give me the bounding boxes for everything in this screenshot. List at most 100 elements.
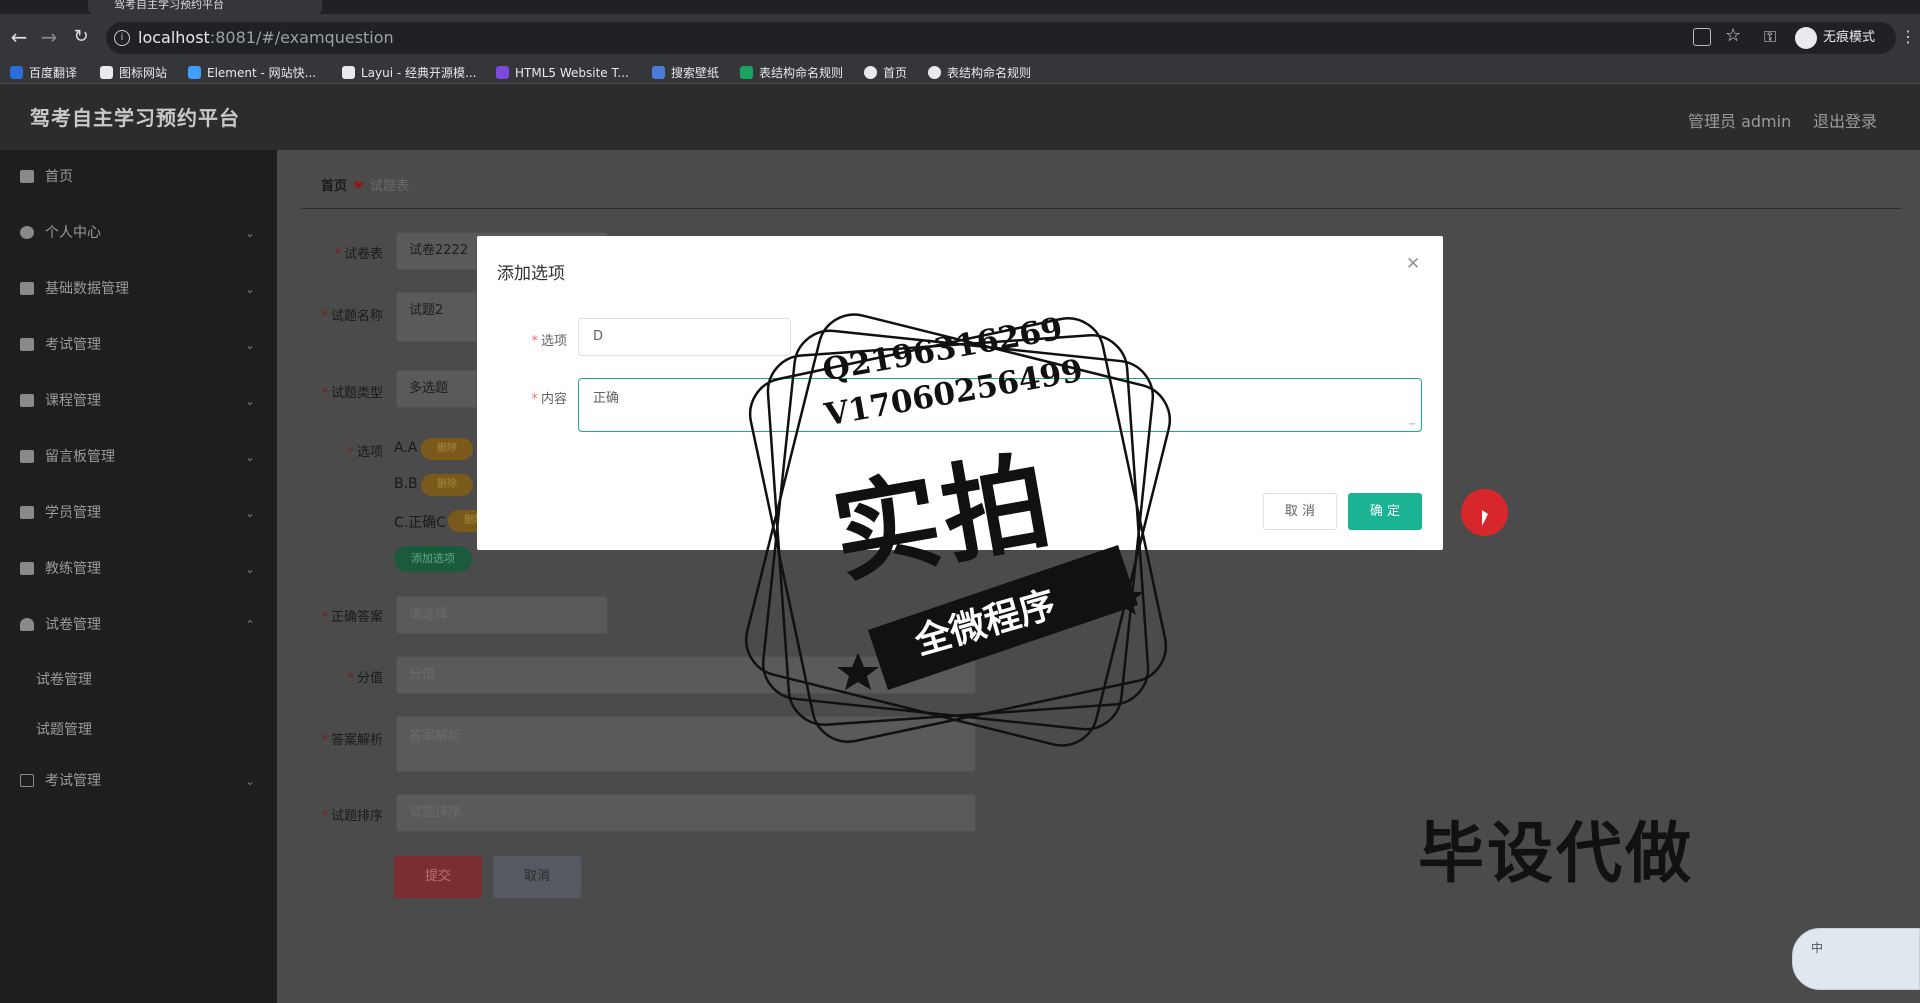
chevron-down-icon: ⌄ — [244, 394, 255, 408]
bar-chart-icon — [20, 450, 34, 463]
option-item: A.A — [394, 440, 418, 456]
browser-tab[interactable]: 驾考自主学习预约平台 — [88, 0, 322, 14]
sidebar-item-exam[interactable]: 考试管理 ⌄ — [0, 320, 277, 370]
reload-icon[interactable]: ↻ — [70, 26, 92, 48]
chevron-down-icon: ⌄ — [244, 562, 255, 576]
chevron-down-icon: ⌄ — [244, 506, 255, 520]
layui-icon — [342, 66, 355, 79]
chevron-down-icon: ⌄ — [244, 450, 255, 464]
flag-icon — [100, 66, 113, 79]
cancel-button[interactable]: 取消 — [493, 856, 581, 898]
chevron-down-icon: ⌄ — [244, 226, 255, 240]
chevron-down-icon: ⌄ — [244, 774, 255, 788]
app-title: 驾考自主学习预约平台 — [30, 106, 240, 130]
admin-label: 管理员 admin — [1688, 112, 1792, 131]
breadcrumb-home[interactable]: 首页 — [321, 179, 347, 194]
bulb-icon — [20, 618, 34, 631]
bookmark-item[interactable]: HTML5 Website T... — [496, 63, 629, 83]
tab-title: 驾考自主学习预约平台 — [114, 0, 224, 11]
hexagon-icon — [188, 66, 201, 79]
sidebar-item-exam2[interactable]: 考试管理 ⌄ — [0, 756, 277, 806]
paper-label: * 试卷表 — [334, 247, 383, 262]
sidebar-item-base-data[interactable]: 基础数据管理 ⌄ — [0, 264, 277, 314]
order-label: * 试题排序 — [321, 809, 383, 824]
option-label: * 选项 — [531, 334, 567, 349]
chevron-down-icon: ⌄ — [244, 338, 255, 352]
sidebar-subitem-questions[interactable]: 试题管理 — [36, 719, 92, 739]
breadcrumb: 首页 ❤ 试题表 — [321, 175, 409, 194]
options-label: * 选项 — [347, 445, 383, 460]
option-item: C.正确C — [394, 515, 447, 531]
bookmark-item[interactable]: 图标网站 — [100, 63, 167, 83]
sidebar-item-course[interactable]: 课程管理 ⌄ — [0, 376, 277, 426]
answer-label: * 正确答案 — [321, 610, 383, 625]
option-item: B.B — [394, 476, 418, 492]
logout-link[interactable]: 退出登录 — [1813, 108, 1877, 132]
bookmark-item[interactable]: 首页 — [864, 63, 907, 83]
ime-toolbar[interactable]: 中 — [1792, 928, 1920, 990]
sidebar-item-student[interactable]: 学员管理 ⌄ — [0, 488, 277, 538]
dialog-confirm-button[interactable]: 确 定 — [1348, 493, 1422, 530]
sidebar-item-coach[interactable]: 教练管理 ⌄ — [0, 544, 277, 594]
sidebar-item-home[interactable]: 首页 — [0, 152, 277, 202]
dialog-title: 添加选项 — [497, 264, 565, 284]
watermark-text: 毕设代做 — [1418, 815, 1694, 892]
menu-icon[interactable]: ⋮ — [1900, 27, 1916, 46]
bookmark-icon — [10, 66, 23, 79]
bookmark-item[interactable]: 表结构命名规则 — [740, 63, 843, 83]
bookmark-item[interactable]: Element - 网站快... — [188, 63, 316, 83]
delete-option-button[interactable]: 删除 — [421, 438, 473, 460]
info-icon[interactable]: i — [114, 30, 130, 46]
globe-icon — [864, 66, 877, 79]
divider — [301, 208, 1901, 209]
coach-icon — [20, 562, 34, 575]
add-option-button[interactable]: 添加选项 — [394, 546, 472, 572]
mail-icon — [20, 774, 34, 787]
heart-icon: ❤ — [353, 179, 364, 194]
cursor-icon — [1482, 510, 1488, 526]
bookmark-item[interactable]: Layui - 经典开源模... — [342, 63, 476, 83]
key-icon[interactable]: ⚿ — [1764, 27, 1776, 47]
chevron-up-icon: ⌃ — [244, 618, 255, 632]
bookmark-item[interactable]: 表结构命名规则 — [928, 63, 1031, 83]
incognito-badge[interactable]: 无痕模式 — [1795, 26, 1885, 50]
keyboard-icon — [20, 282, 34, 295]
briefcase-icon — [20, 338, 34, 351]
analysis-label: * 答案解析 — [321, 733, 383, 748]
sidebar-item-message[interactable]: 留言板管理 ⌄ — [0, 432, 277, 482]
bookmark-item[interactable]: 百度翻译 — [10, 63, 77, 83]
question-name-label: * 试题名称 — [321, 309, 383, 324]
ime-mode-label: 中 — [1811, 941, 1824, 955]
course-icon — [20, 394, 34, 407]
content-label: * 内容 — [531, 392, 567, 407]
close-icon[interactable]: ✕ — [1406, 254, 1420, 274]
dialog-cancel-button[interactable]: 取 消 — [1263, 493, 1337, 530]
url-text[interactable]: localhost:8081/#/examquestion — [138, 27, 394, 49]
forward-icon[interactable]: → — [38, 26, 60, 48]
sheet-icon — [740, 66, 753, 79]
wallpaper-icon — [652, 66, 665, 79]
score-label: * 分值 — [347, 671, 383, 686]
resize-handle-icon[interactable]: − — [1408, 419, 1420, 431]
incognito-icon — [1795, 26, 1817, 49]
submit-button[interactable]: 提交 — [394, 856, 482, 898]
user-icon — [20, 226, 34, 239]
breadcrumb-current: 试题表 — [369, 179, 409, 194]
answer-select[interactable]: 请选择 — [396, 596, 608, 634]
app-header — [0, 84, 1920, 150]
sidebar-item-profile[interactable]: 个人中心 ⌄ — [0, 208, 277, 258]
globe-icon — [928, 66, 941, 79]
home-icon — [20, 170, 34, 183]
back-icon[interactable]: ← — [8, 26, 30, 48]
translate-icon[interactable] — [1693, 28, 1711, 46]
question-type-label: * 试题类型 — [321, 386, 383, 401]
template-icon — [496, 66, 509, 79]
order-input[interactable]: 试题排序 — [396, 794, 976, 832]
chevron-down-icon: ⌄ — [244, 282, 255, 296]
sidebar-item-papers[interactable]: 试卷管理 ⌃ — [0, 600, 277, 650]
delete-option-button[interactable]: 删除 — [421, 474, 473, 496]
bookmark-item[interactable]: 搜索壁纸 — [652, 63, 719, 83]
star-icon[interactable]: ☆ — [1725, 25, 1741, 46]
student-icon — [20, 506, 34, 519]
sidebar-subitem-papers[interactable]: 试卷管理 — [36, 669, 92, 689]
